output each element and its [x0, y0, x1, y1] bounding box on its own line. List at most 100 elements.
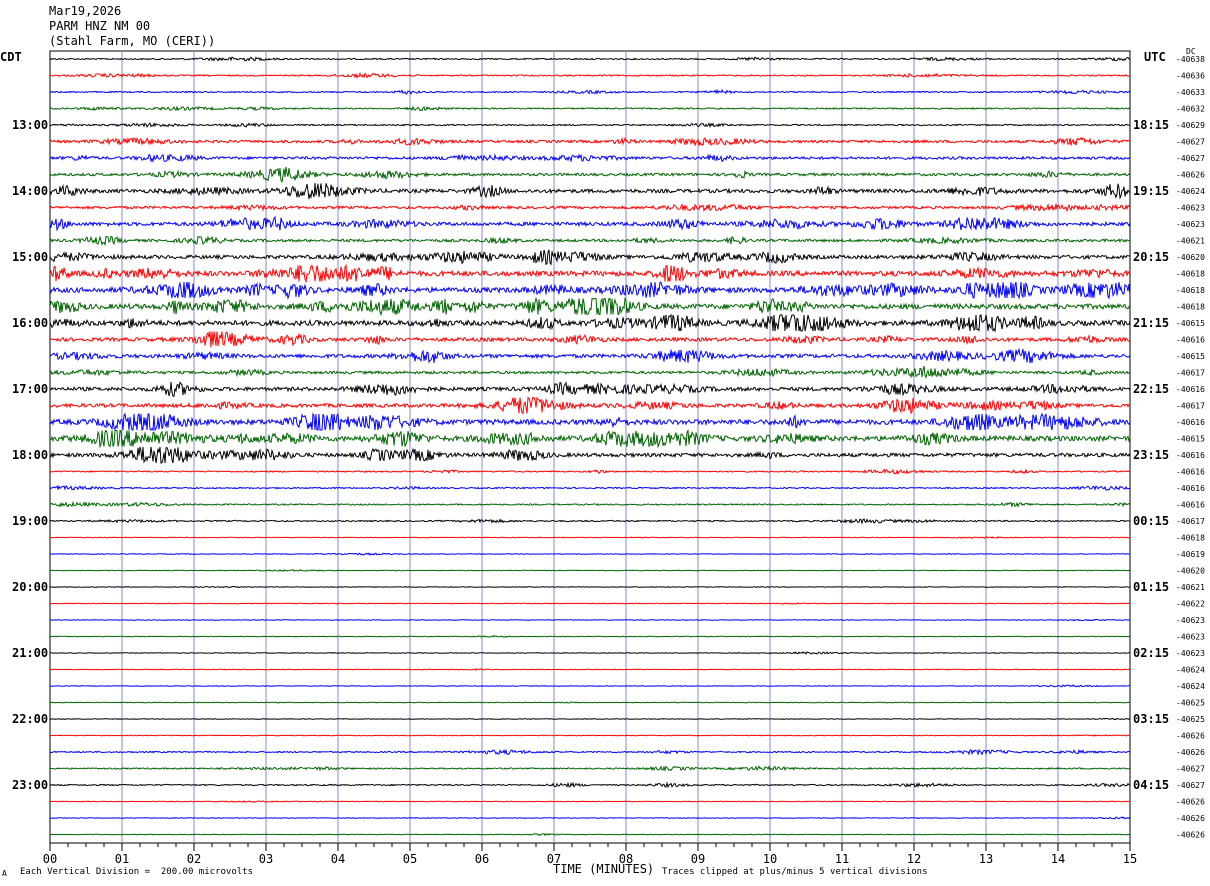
right-time-label: 02:15 — [1133, 646, 1169, 660]
left-time-label: 23:00 — [12, 778, 48, 792]
dc-value: -40624 — [1176, 682, 1205, 691]
trace-line — [49, 396, 1131, 415]
dc-value: -40618 — [1176, 534, 1205, 543]
dc-value: -40623 — [1176, 616, 1205, 625]
right-time-label: 18:15 — [1133, 118, 1169, 132]
trace-line — [49, 517, 1131, 525]
right-time-label: 22:15 — [1133, 382, 1169, 396]
right-time-label: 23:15 — [1133, 448, 1169, 462]
dc-value: -40623 — [1176, 220, 1205, 229]
clip-note: Traces clipped at plus/minus 5 vertical … — [662, 867, 928, 877]
dc-value: -40636 — [1176, 72, 1205, 81]
trace-line — [49, 484, 1131, 491]
dc-value: -40627 — [1176, 765, 1205, 774]
trace-line — [49, 122, 1131, 129]
trace-line — [49, 381, 1131, 398]
dc-value: -40626 — [1176, 748, 1205, 757]
trace-line — [49, 412, 1131, 432]
dc-value: -40617 — [1176, 402, 1205, 411]
trace-line — [49, 748, 1131, 756]
dc-value: -40623 — [1176, 649, 1205, 658]
trace-line — [49, 800, 1130, 803]
right-time-label: 01:15 — [1133, 580, 1169, 594]
x-tick-label: 13 — [979, 852, 993, 866]
trace-line — [50, 569, 1131, 572]
trace-line — [49, 585, 1131, 589]
dc-value: -40618 — [1176, 303, 1205, 312]
left-time-label: 19:00 — [12, 514, 48, 528]
left-time-label: 20:00 — [12, 580, 48, 594]
x-tick-label: 01 — [115, 852, 129, 866]
dc-value: -40618 — [1176, 286, 1205, 295]
grid-lines — [49, 50, 1131, 844]
trace-line — [49, 331, 1131, 348]
dc-value: -40632 — [1176, 105, 1205, 114]
left-time-label: 21:00 — [12, 646, 48, 660]
x-tick-label: 05 — [403, 852, 417, 866]
trace-line — [49, 203, 1131, 213]
dc-value: -40623 — [1176, 633, 1205, 642]
dc-value: -40626 — [1176, 814, 1205, 823]
trace-line — [50, 552, 1131, 556]
trace-line — [49, 249, 1131, 266]
trace-line — [49, 651, 1131, 655]
dc-value: -40626 — [1176, 831, 1205, 840]
dc-value: -40616 — [1176, 468, 1205, 477]
left-time-label: 18:00 — [12, 448, 48, 462]
footer-mark: A — [2, 869, 7, 878]
left-time-label: 16:00 — [12, 316, 48, 330]
trace-line — [49, 536, 1131, 540]
dc-value: -40619 — [1176, 550, 1205, 559]
right-time-label: 21:15 — [1133, 316, 1169, 330]
x-axis-title: TIME (MINUTES) — [553, 862, 655, 876]
trace-line — [49, 765, 1131, 772]
trace-line — [49, 313, 1131, 333]
right-time-label: 20:15 — [1133, 250, 1169, 264]
trace-line — [49, 281, 1131, 300]
x-tick-label: 10 — [763, 852, 777, 866]
dc-value: -40629 — [1176, 121, 1205, 130]
trace-line — [49, 136, 1131, 147]
dc-value: -40616 — [1176, 336, 1205, 345]
left-time-label: 15:00 — [12, 250, 48, 264]
trace-line — [49, 88, 1131, 95]
dc-value: -40616 — [1176, 484, 1205, 493]
trace-line — [49, 347, 1131, 364]
trace-line — [49, 781, 1131, 789]
dc-value: -40624 — [1176, 666, 1205, 675]
right-time-label: 19:15 — [1133, 184, 1169, 198]
x-tick-label: 15 — [1123, 852, 1137, 866]
dc-value: -40638 — [1176, 55, 1205, 64]
dc-value: -40625 — [1176, 699, 1205, 708]
x-tick-label: 00 — [43, 852, 57, 866]
dc-value: -40616 — [1176, 418, 1205, 427]
trace-line — [49, 428, 1131, 449]
trace-line — [49, 153, 1131, 164]
trace-line — [49, 602, 1131, 605]
dc-value: -40616 — [1176, 501, 1205, 510]
x-tick-label: 11 — [835, 852, 849, 866]
dc-value: -40620 — [1176, 253, 1205, 262]
x-tick-label: 14 — [1051, 852, 1065, 866]
trace-line — [49, 263, 1131, 284]
dc-value: -40621 — [1176, 583, 1205, 592]
trace-line — [49, 235, 1131, 247]
plot-frame — [49, 50, 1131, 844]
x-tick-label: 06 — [475, 852, 489, 866]
trace-line — [49, 468, 1131, 476]
dc-value: -40616 — [1176, 385, 1205, 394]
trace-line — [49, 182, 1131, 200]
right-time-label: 04:15 — [1133, 778, 1169, 792]
left-time-label: 14:00 — [12, 184, 48, 198]
trace-line — [49, 105, 1131, 112]
trace-line — [49, 618, 1130, 622]
x-tick-label: 03 — [259, 852, 273, 866]
dc-value: -40621 — [1176, 237, 1205, 246]
right-time-label: 00:15 — [1133, 514, 1169, 528]
dc-value: -40617 — [1176, 517, 1205, 526]
dc-value: -40622 — [1176, 600, 1205, 609]
trace-line — [49, 166, 1131, 184]
dc-value: -40616 — [1176, 451, 1205, 460]
trace-line — [49, 734, 1131, 737]
dc-value: -40624 — [1176, 187, 1205, 196]
